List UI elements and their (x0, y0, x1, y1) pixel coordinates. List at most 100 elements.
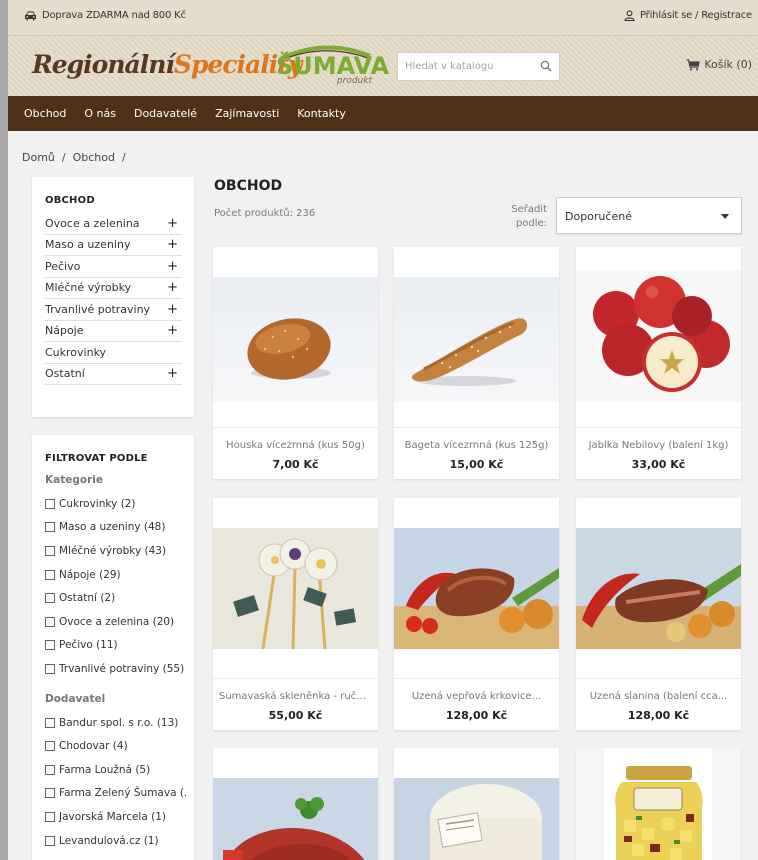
expand-plus-icon[interactable]: + (167, 216, 178, 231)
filter-option-label[interactable]: Mléčné výrobky (43) (59, 545, 166, 557)
search-icon[interactable] (540, 60, 552, 72)
filter-option-label[interactable]: Cukrovinky (2) (59, 498, 136, 510)
product-image[interactable] (394, 778, 559, 860)
site-logo[interactable]: RegionálníSpeciality (32, 50, 302, 79)
product-image[interactable] (394, 528, 559, 649)
login-register-link[interactable]: Přihlásit se / Registrace (624, 10, 752, 21)
category-label[interactable]: Nápoje (45, 324, 84, 337)
checkbox[interactable] (45, 640, 55, 651)
filter-option-label[interactable]: Bandur spol. s r.o. (13) (59, 717, 178, 729)
nav-item-kontakty[interactable]: Kontakty (297, 107, 346, 120)
category-item[interactable]: Cukrovinky (45, 342, 182, 364)
filter-option-label[interactable]: Chodovar (4) (59, 740, 128, 752)
filter-option-label[interactable]: Farma Loužná (5) (59, 764, 150, 776)
expand-plus-icon[interactable]: + (167, 280, 178, 295)
category-label[interactable]: Mléčné výrobky (45, 281, 131, 294)
nav-item-obchod[interactable]: Obchod (24, 107, 66, 120)
filter-option[interactable]: Nápoje (29) (45, 563, 186, 587)
category-item[interactable]: Maso a uzeniny + (45, 235, 182, 256)
category-label[interactable]: Ovoce a zelenina (45, 217, 140, 230)
category-item[interactable]: Mléčné výrobky + (45, 278, 182, 299)
product-image[interactable] (213, 778, 378, 860)
filter-option[interactable]: Maso a uzeniny (48) (45, 516, 186, 540)
product-card[interactable] (576, 748, 741, 860)
filter-option[interactable]: Pečivo (11) (45, 634, 186, 658)
checkbox[interactable] (45, 788, 55, 799)
category-item[interactable]: Ovoce a zelenina + (45, 213, 182, 235)
filter-option[interactable]: Chodovar (4) (45, 734, 186, 758)
product-card[interactable] (394, 748, 559, 860)
filter-option[interactable]: Levandulová.cz (1) (45, 829, 186, 853)
checkbox[interactable] (45, 569, 55, 580)
filter-option-label[interactable]: Farma Zelený Šumava (... (59, 787, 186, 799)
checkbox[interactable] (45, 811, 55, 822)
caret-down-icon[interactable] (721, 214, 729, 219)
checkbox[interactable] (45, 522, 55, 533)
filter-option-label[interactable]: Ovoce a zelenina (20) (59, 616, 174, 628)
expand-plus-icon[interactable]: + (167, 259, 178, 274)
nav-item-dodavatele[interactable]: Dodavatelé (134, 107, 197, 120)
product-image[interactable] (213, 528, 378, 649)
product-name[interactable]: Bageta vícezrnná (kus 125g) (394, 440, 559, 451)
cart-link[interactable]: Košík (0) (686, 58, 752, 71)
category-item[interactable]: Trvanlivé potraviny + (45, 299, 182, 321)
breadcrumb[interactable]: Domů / Obchod / (22, 151, 126, 164)
nav-item-zajimavosti[interactable]: Zajímavosti (215, 107, 279, 120)
checkbox[interactable] (45, 717, 55, 728)
checkbox[interactable] (45, 616, 55, 627)
filter-option-label[interactable]: Trvanlivé potraviny (55) (59, 663, 184, 675)
filter-option[interactable]: Trvanlivé potraviny (55) (45, 657, 186, 681)
filter-option-label[interactable]: Pečivo (11) (59, 639, 118, 651)
checkbox[interactable] (45, 593, 55, 604)
product-card[interactable]: Bageta vícezrnná (kus 125g) 15,00 Kč (394, 247, 559, 479)
filter-option[interactable]: Javorská Marcela (1) (45, 805, 186, 829)
filter-option[interactable]: Farma Zelený Šumava (... (45, 782, 186, 806)
filter-option[interactable]: Ostatní (2) (45, 586, 186, 610)
product-image[interactable] (576, 748, 741, 860)
product-card[interactable]: Jablka Nebilovy (balení 1kg) 33,00 Kč (576, 247, 741, 479)
filter-option-label[interactable]: Javorská Marcela (1) (59, 811, 166, 823)
category-item[interactable]: Pečivo + (45, 256, 182, 278)
product-card[interactable] (213, 748, 378, 860)
filter-option[interactable]: Ovoce a zelenina (20) (45, 610, 186, 634)
checkbox[interactable] (45, 835, 55, 846)
product-card[interactable]: Uzená vepřová krkovice... 128,00 Kč (394, 498, 559, 730)
product-name[interactable]: Šumavaská skleněnka - ručně... (213, 691, 378, 702)
checkbox[interactable] (45, 663, 55, 674)
expand-plus-icon[interactable]: + (167, 302, 178, 317)
checkbox[interactable] (45, 498, 55, 509)
expand-plus-icon[interactable]: + (167, 237, 178, 252)
product-image[interactable] (576, 270, 741, 402)
sort-select-value[interactable]: Doporučené (565, 210, 632, 223)
checkbox[interactable] (45, 764, 55, 775)
category-label[interactable]: Pečivo (45, 260, 80, 273)
expand-plus-icon[interactable]: + (167, 366, 178, 381)
filter-option-label[interactable]: Maso a uzeniny (48) (59, 521, 165, 533)
product-name[interactable]: Uzená slanina (balení cca... (576, 691, 741, 702)
checkbox[interactable] (45, 545, 55, 556)
filter-option-label[interactable]: Ostatní (2) (59, 592, 115, 604)
category-label[interactable]: Ostatní (45, 367, 85, 380)
filter-option-label[interactable]: Levandulová.cz (1) (59, 835, 159, 847)
expand-plus-icon[interactable]: + (167, 323, 178, 338)
sort-select[interactable]: Doporučené (556, 197, 742, 234)
product-card[interactable]: Houska vícezrnná (kus 50g) 7,00 Kč (213, 247, 378, 479)
category-item[interactable]: Ostatní + (45, 364, 182, 385)
product-image[interactable] (394, 277, 559, 402)
login-register-text[interactable]: Přihlásit se / Registrace (640, 10, 752, 21)
filter-option[interactable]: Cukrovinky (2) (45, 492, 186, 516)
nav-item-o-nas[interactable]: O nás (84, 107, 116, 120)
product-card[interactable]: Uzená slanina (balení cca... 128,00 Kč (576, 498, 741, 730)
search-input[interactable]: Hledat v katalogu (397, 52, 560, 81)
filter-option[interactable]: Mléčné výrobky (43) (45, 539, 186, 563)
product-image[interactable] (576, 528, 741, 649)
product-name[interactable]: Jablka Nebilovy (balení 1kg) (576, 440, 741, 451)
checkbox[interactable] (45, 741, 55, 752)
category-label[interactable]: Trvanlivé potraviny (45, 303, 150, 316)
filter-option[interactable]: Bandur spol. s r.o. (13) (45, 711, 186, 735)
filter-option[interactable]: Farma Loužná (5) (45, 758, 186, 782)
product-card[interactable]: Šumavaská skleněnka - ručně... 55,00 Kč (213, 498, 378, 730)
category-label[interactable]: Maso a uzeniny (45, 238, 130, 251)
category-item[interactable]: Nápoje + (45, 321, 182, 342)
category-label[interactable]: Cukrovinky (45, 346, 106, 359)
